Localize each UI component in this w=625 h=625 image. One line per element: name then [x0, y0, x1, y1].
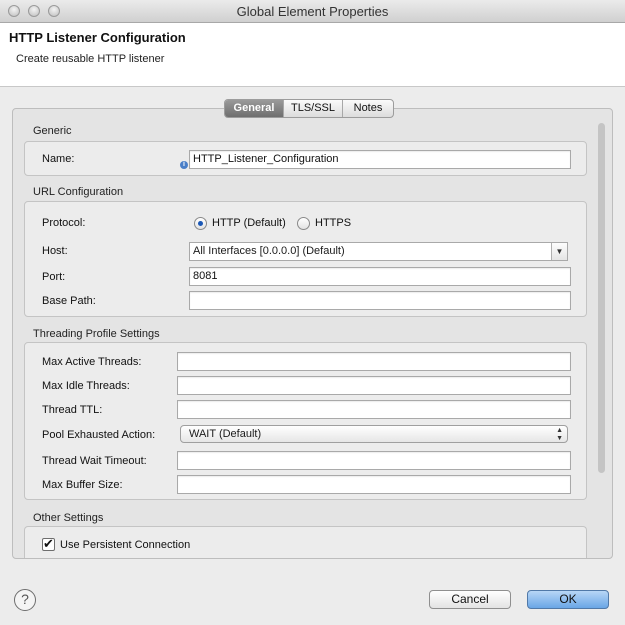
max-active-threads-field[interactable]	[177, 352, 571, 371]
chevron-down-icon[interactable]: ▼	[551, 243, 567, 260]
pool-exhausted-action-select[interactable]: WAIT (Default) ▲ ▼	[180, 425, 568, 443]
max-idle-threads-field[interactable]	[177, 376, 571, 395]
scrollbar-thumb[interactable]	[598, 123, 605, 473]
base-path-field[interactable]	[189, 291, 571, 310]
dialog-header: HTTP Listener Configuration Create reusa…	[0, 23, 625, 87]
host-value: All Interfaces [0.0.0.0] (Default)	[193, 245, 345, 257]
name-field[interactable]: HTTP_Listener_Configuration	[189, 150, 571, 169]
name-label: Name:	[42, 153, 75, 165]
max-buffer-size-label: Max Buffer Size:	[42, 479, 123, 491]
thread-ttl-label: Thread TTL:	[42, 404, 103, 416]
cancel-button[interactable]: Cancel	[429, 590, 511, 609]
info-icon: i	[180, 161, 188, 169]
thread-wait-timeout-field[interactable]	[177, 451, 571, 470]
host-combobox[interactable]: All Interfaces [0.0.0.0] (Default) ▼	[189, 242, 568, 261]
max-buffer-size-field[interactable]	[177, 475, 571, 494]
protocol-http-label[interactable]: HTTP (Default)	[212, 217, 286, 229]
threading-section-label: Threading Profile Settings	[33, 328, 160, 340]
port-label: Port:	[42, 271, 66, 283]
window-titlebar: Global Element Properties	[0, 0, 625, 23]
protocol-label: Protocol:	[42, 217, 86, 229]
ok-button[interactable]: OK	[527, 590, 609, 609]
page-title: HTTP Listener Configuration	[9, 30, 186, 45]
port-field[interactable]: 8081	[189, 267, 571, 286]
protocol-https-label[interactable]: HTTPS	[315, 217, 351, 229]
window-title: Global Element Properties	[236, 4, 389, 19]
base-path-label: Base Path:	[42, 295, 96, 307]
generic-section-label: Generic	[33, 125, 72, 137]
updown-arrows-icon: ▲ ▼	[556, 427, 563, 442]
page-description: Create reusable HTTP listener	[16, 53, 165, 65]
tab-notes[interactable]: Notes	[342, 100, 393, 117]
other-settings-section-label: Other Settings	[33, 512, 104, 524]
persistent-connection-checkbox[interactable]	[42, 536, 55, 552]
max-active-threads-label: Max Active Threads:	[42, 356, 142, 368]
tab-general[interactable]: General	[225, 100, 283, 117]
help-icon[interactable]: ?	[14, 589, 36, 611]
protocol-http-radio[interactable]	[194, 217, 207, 230]
vertical-scrollbar[interactable]	[596, 121, 608, 557]
persistent-connection-label[interactable]: Use Persistent Connection	[60, 539, 190, 551]
thread-ttl-field[interactable]	[177, 400, 571, 419]
max-idle-threads-label: Max Idle Threads:	[42, 380, 130, 392]
protocol-https-radio[interactable]	[297, 217, 310, 230]
thread-wait-timeout-label: Thread Wait Timeout:	[42, 455, 147, 467]
url-configuration-section-label: URL Configuration	[33, 186, 124, 198]
pool-exhausted-action-label: Pool Exhausted Action:	[42, 429, 156, 441]
pool-exhausted-action-value: WAIT (Default)	[189, 428, 262, 440]
host-label: Host:	[42, 245, 68, 257]
tab-tls-ssl[interactable]: TLS/SSL	[283, 100, 342, 117]
tab-bar: General TLS/SSL Notes	[224, 99, 394, 118]
